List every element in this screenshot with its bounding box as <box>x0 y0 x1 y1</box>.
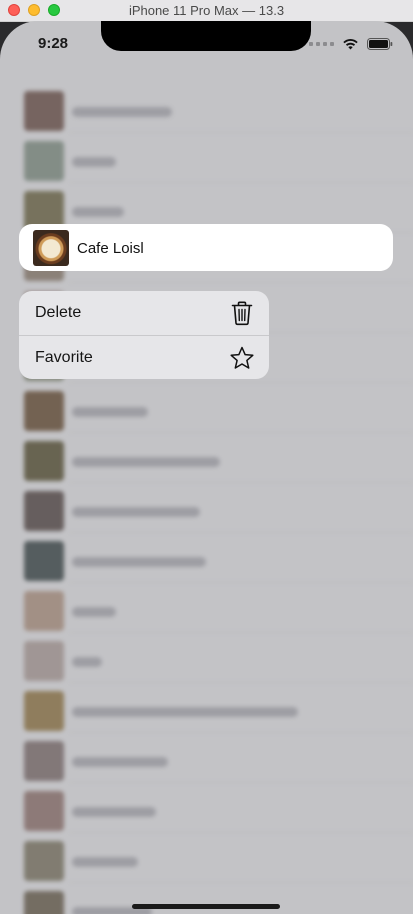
list-item <box>0 83 413 133</box>
favorite-menu-item[interactable]: Favorite <box>19 335 269 379</box>
list-item <box>0 833 413 883</box>
delete-label: Delete <box>35 304 82 321</box>
list-item <box>0 683 413 733</box>
list-item <box>0 133 413 183</box>
trash-icon <box>231 301 253 326</box>
star-icon <box>230 346 254 369</box>
status-icons <box>309 37 393 51</box>
wifi-icon <box>342 38 359 50</box>
list-item <box>0 433 413 483</box>
title-bar: iPhone 11 Pro Max — 13.3 <box>0 0 413 22</box>
list-item <box>0 733 413 783</box>
device-notch <box>101 21 311 51</box>
window-title: iPhone 11 Pro Max — 13.3 <box>128 3 285 18</box>
simulator-window: iPhone 11 Pro Max — 13.3 9:28 Cafe Loisl… <box>0 0 413 914</box>
device-screen: 9:28 Cafe Loisl Delete Favorite <box>0 21 413 914</box>
list-item <box>0 583 413 633</box>
blurred-background-list <box>0 83 413 914</box>
favorite-label: Favorite <box>35 349 93 366</box>
battery-icon <box>367 38 393 50</box>
list-item <box>0 783 413 833</box>
latte-art-thumbnail <box>33 230 69 266</box>
home-indicator[interactable] <box>132 904 280 909</box>
context-menu: Delete Favorite <box>19 291 269 379</box>
status-time: 9:28 <box>38 35 69 52</box>
delete-menu-item[interactable]: Delete <box>19 291 269 335</box>
cafe-preview-card[interactable]: Cafe Loisl <box>19 224 393 271</box>
signal-dots-icon <box>309 42 334 46</box>
list-item <box>0 533 413 583</box>
list-item <box>0 483 413 533</box>
list-item <box>0 383 413 433</box>
cafe-name-label: Cafe Loisl <box>77 240 144 257</box>
list-item <box>0 883 413 914</box>
list-item <box>0 633 413 683</box>
